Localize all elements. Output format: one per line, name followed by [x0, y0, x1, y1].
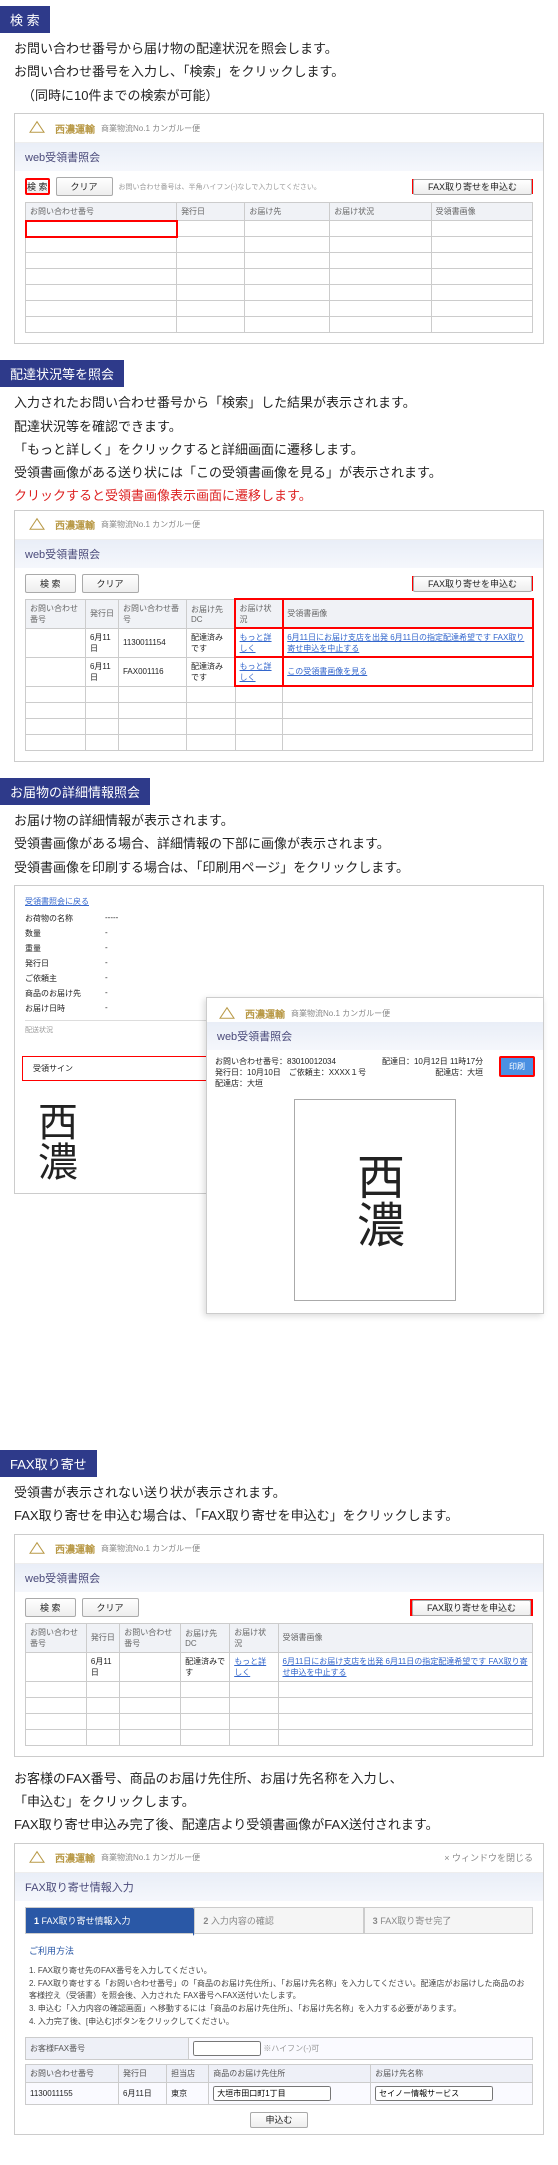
input-cell[interactable] — [26, 221, 177, 237]
th: 発行日 — [177, 203, 245, 221]
screenshot-fax-list: 西濃運輸商業物流No.1 カンガルー便 web受領書照会 検 索 クリア FAX… — [14, 1534, 544, 1757]
th: お届け状況 — [330, 203, 431, 221]
clear-button[interactable]: クリア — [82, 574, 139, 593]
apply-button[interactable]: 申込む — [250, 2112, 307, 2128]
t: 受領書画像を印刷する場合は、「印刷用ページ」をクリックします。 — [14, 856, 544, 879]
page-title: FAX取り寄せ情報入力 — [15, 1873, 543, 1901]
th: お問い合わせ番号 — [26, 203, 177, 221]
back-link[interactable]: 受領書照会に戻る — [25, 897, 89, 906]
t: 入力されたお問い合わせ番号から「検索」した結果が表示されます。 — [14, 391, 544, 414]
fax-request-button[interactable]: FAX取り寄せを申込む — [413, 179, 532, 195]
fax-request-button[interactable]: FAX取り寄せを申込む — [412, 1600, 531, 1616]
th: 受領書画像 — [431, 203, 532, 221]
seino-logo-icon — [25, 1850, 49, 1866]
status-link[interactable]: 6月11日にお届け支店を出発 6月11日の指定配達希望です FAX取り寄せ申込を… — [283, 1657, 528, 1677]
status-link[interactable]: 6月11日にお届け支店を出発 6月11日の指定配達希望です FAX取り寄せ申込を… — [287, 633, 524, 653]
fax-request-button[interactable]: FAX取り寄せを申込む — [413, 576, 532, 592]
screenshot-search: 西濃運輸 商業物流No.1 カンガルー便 web受領書照会 検 索 クリア お問… — [14, 113, 544, 344]
t: （同時に10件までの検索が可能） — [22, 84, 544, 107]
note: クリックすると受領書画像表示画面に遷移します。 — [0, 485, 558, 504]
t: 受領書画像がある場合、詳細情報の下部に画像が表示されます。 — [14, 832, 544, 855]
th: お届け先 — [245, 203, 330, 221]
close-link[interactable]: × ウィンドウを閉じる — [444, 1851, 533, 1864]
page-title: web受領書照会 — [15, 143, 543, 171]
t: お届け物の詳細情報が表示されます。 — [14, 809, 544, 832]
t: 配達状況等を確認できます。 — [14, 415, 544, 438]
t: FAX取り寄せ申込み完了後、配達店より受領書画像がFAX送付されます。 — [14, 1813, 544, 1836]
name-input[interactable] — [375, 2086, 493, 2101]
more-link[interactable]: もっと詳しく — [240, 662, 272, 682]
signature-image: 西濃 — [25, 1101, 83, 1181]
search-button[interactable]: 検 索 — [25, 574, 76, 593]
seino-logo-icon — [25, 120, 49, 136]
signature-image: 西濃 — [340, 1152, 410, 1248]
brand: 西濃運輸 — [55, 121, 95, 136]
print-overlay: 西濃運輸商業物流No.1 カンガルー便 web受領書照会 お問い合わせ番号：83… — [206, 997, 544, 1314]
usage-h: ご利用方法 — [15, 1940, 543, 1961]
t: お問い合わせ番号を入力し、「検索」をクリックします。 — [14, 60, 544, 83]
search-button[interactable]: 検 索 — [25, 178, 50, 195]
step-1: 1 FAX取り寄せ情報入力 — [25, 1907, 194, 1934]
step-2: 2 入力内容の確認 — [194, 1907, 363, 1934]
sec-search-header: 検 索 — [0, 6, 50, 33]
t: お客様のFAX番号、商品のお届け先住所、お届け先名称を入力し、 — [14, 1767, 544, 1790]
more-link[interactable]: もっと詳しく — [240, 633, 272, 653]
t: 受領書が表示されない送り状が表示されます。 — [14, 1481, 544, 1504]
note: お問い合わせ番号は、半角ハイフン(-)なしで入力してください。 — [119, 182, 321, 192]
t: 受領書画像がある送り状には「この受領書画像を見る」が表示されます。 — [14, 461, 544, 484]
t: FAX取り寄せを申込む場合は、「FAX取り寄せを申込む」をクリックします。 — [14, 1504, 544, 1527]
t: 「もっと詳しく」をクリックすると詳細画面に遷移します。 — [14, 438, 544, 461]
more-link[interactable]: もっと詳しく — [234, 1657, 266, 1677]
t: 「申込む」をクリックします。 — [14, 1790, 544, 1813]
fax-number-input[interactable] — [193, 2041, 261, 2056]
screenshot-result: 西濃運輸商業物流No.1 カンガルー便 web受領書照会 検 索 クリア FAX… — [14, 510, 544, 762]
page-title: web受領書照会 — [15, 540, 543, 568]
clear-button[interactable]: クリア — [82, 1598, 139, 1617]
print-button[interactable]: 印刷 — [499, 1056, 535, 1077]
sec-detail-header: お届物の詳細情報照会 — [0, 778, 150, 805]
seino-logo-icon — [215, 1006, 239, 1022]
seino-logo-icon — [25, 517, 49, 533]
image-col: 受領書画像 — [283, 599, 533, 628]
addr-input[interactable] — [213, 2086, 331, 2101]
clear-button[interactable]: クリア — [56, 177, 113, 196]
sec-result-header: 配達状況等を照会 — [0, 360, 124, 387]
sec-fax-header: FAX取り寄せ — [0, 1450, 97, 1477]
tag: 商業物流No.1 カンガルー便 — [101, 123, 200, 134]
screenshot-fax-form: 西濃運輸商業物流No.1 カンガルー便× ウィンドウを閉じる FAX取り寄せ情報… — [14, 1843, 544, 2135]
desc: お問い合わせ番号から届け物の配達状況を照会します。 お問い合わせ番号を入力し、「… — [0, 37, 558, 107]
step-3: 3 FAX取り寄せ完了 — [364, 1907, 533, 1934]
t: お問い合わせ番号から届け物の配達状況を照会します。 — [14, 37, 544, 60]
status-col: お届け状況 — [235, 599, 283, 628]
view-image-link[interactable]: この受領書画像を見る — [287, 667, 367, 676]
seino-logo-icon — [25, 1541, 49, 1557]
search-button[interactable]: 検 索 — [25, 1598, 76, 1617]
